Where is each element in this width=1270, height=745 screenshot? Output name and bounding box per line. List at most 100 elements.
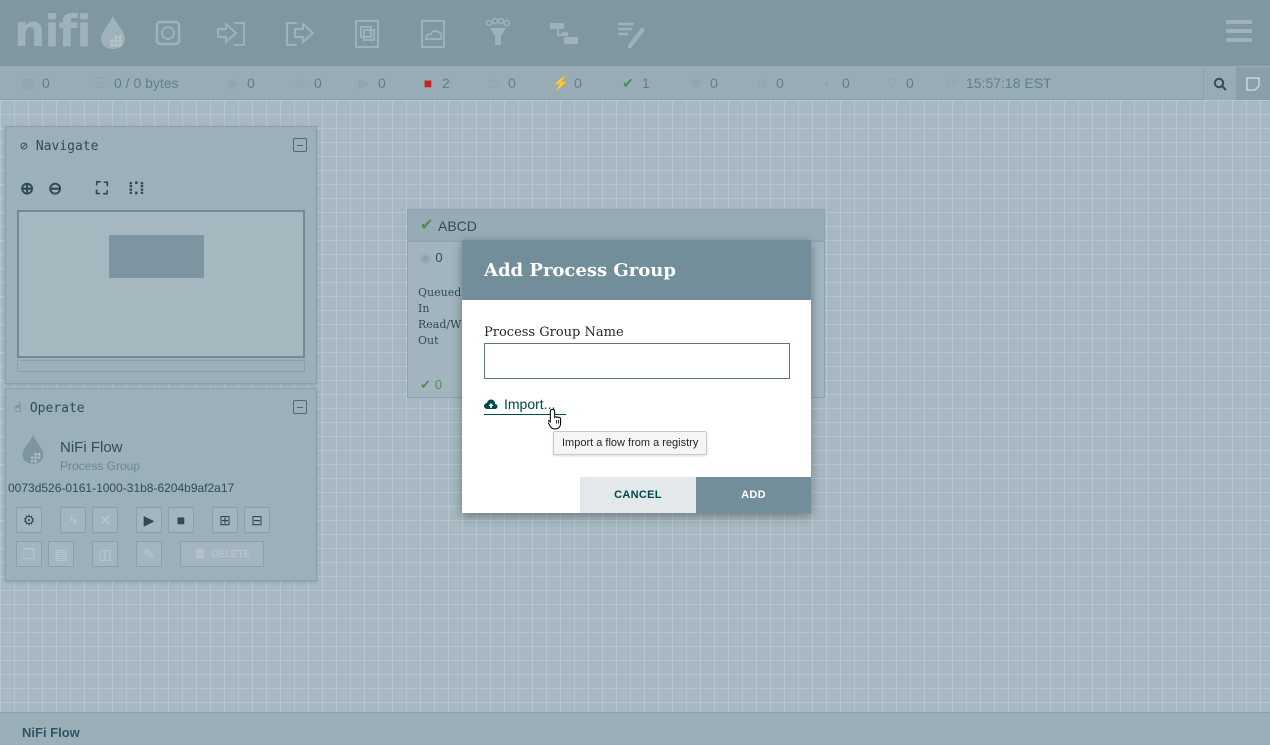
check-icon: ✔ — [420, 217, 434, 234]
copy-button[interactable]: ❐ — [16, 541, 42, 567]
asterisk-icon: ✱ — [690, 75, 702, 91]
group-icon: ◫ — [98, 545, 112, 562]
status-bar: ▦ 0 ☰ 0 / 0 bytes ◉ 0 ⊘ 0 ▶ 0 ■ 2 ⚠ 0 ⚡ 0 ✔ 1 ✱ 0 … — [0, 66, 1270, 100]
selected-component-id: 0073d526-0161-1000-31b8-6204b9af2a17 — [8, 481, 235, 495]
invalid-status: ⚠ 0 — [487, 75, 516, 91]
cancel-button[interactable]: CANCEL — [580, 477, 696, 513]
add-input-port-button[interactable] — [212, 17, 250, 51]
delete-button[interactable]: 🗑 DELETE — [180, 541, 264, 567]
add-template-button[interactable] — [544, 17, 582, 51]
pg-queued-label: Queued — [418, 286, 462, 299]
collapse-navigate-button[interactable] — [293, 138, 307, 152]
birdseye-view[interactable] — [17, 210, 305, 358]
hand-pointer-icon: ☝ — [14, 401, 22, 416]
sync-failure-status: ? 0 — [884, 75, 914, 91]
warning-icon: ⚠ — [487, 75, 501, 91]
add-remote-process-group-button[interactable] — [414, 17, 452, 51]
disabled-icon: ⚡ — [552, 75, 570, 91]
actual-size-icon: ⁞⁚⁞ — [128, 179, 145, 198]
zoom-out-button[interactable]: ⊖ — [48, 179, 62, 199]
paste-icon: ▤ — [54, 545, 68, 562]
process-group-name: ABCD — [438, 218, 477, 234]
nifi-logo: nifi — [14, 6, 92, 57]
fit-button[interactable]: ⛶ — [96, 179, 108, 199]
enable-button[interactable]: ϟ — [60, 507, 86, 533]
up-to-date-status: ✔ 1 — [620, 75, 650, 92]
search-icon — [1213, 77, 1227, 91]
add-process-group-button[interactable] — [348, 17, 386, 51]
add-button[interactable]: ADD — [696, 477, 811, 513]
add-processor-button[interactable] — [148, 17, 186, 51]
process-group-name-label: Process Group Name — [484, 325, 624, 340]
zoom-out-icon: ⊖ — [48, 179, 63, 198]
upload-template-button[interactable]: ⊟ — [244, 507, 270, 533]
transmitting-icon: ◉ — [420, 250, 432, 265]
gear-icon: ⚙ — [22, 511, 36, 528]
output-port-icon — [286, 21, 315, 46]
create-template-button[interactable]: ⊞ — [212, 507, 238, 533]
nifi-drop-icon — [101, 16, 125, 49]
group-button[interactable]: ◫ — [92, 541, 118, 567]
pg-readwrite-label: Read/W — [418, 318, 462, 331]
collapse-operate-button[interactable] — [293, 400, 307, 414]
running-status: ▶ 0 — [356, 75, 386, 92]
pg-out-label: Out — [418, 334, 439, 347]
list-icon: ☰ — [93, 75, 107, 91]
play-icon: ▶ — [358, 75, 370, 91]
not-transmitting-icon: ⊘ — [294, 75, 306, 91]
navigate-panel-title: ⊘ Navigate — [20, 139, 99, 154]
zoom-in-icon: ⊕ — [20, 179, 35, 198]
fit-icon: ⛶ — [96, 179, 108, 198]
transmitting-icon: ◉ — [226, 75, 240, 91]
check-icon: ✔ — [420, 377, 431, 392]
cloud-upload-icon — [484, 399, 498, 409]
color-button[interactable]: ✎ — [136, 541, 162, 567]
configure-button[interactable]: ⚙ — [16, 507, 42, 533]
queued-status: ☰ 0 / 0 bytes — [93, 75, 179, 91]
disable-button[interactable]: ✕ — [92, 507, 118, 533]
actual-size-button[interactable]: ⁞⁚⁞ — [128, 179, 145, 199]
template-icon — [550, 23, 578, 44]
disable-icon: ✕ — [99, 511, 111, 528]
play-icon: ▶ — [143, 511, 155, 528]
process-group-icon — [355, 20, 379, 48]
last-refresh[interactable]: ⟳ 15:57:18 EST — [944, 75, 1052, 92]
check-icon: ✔ — [622, 75, 634, 91]
process-group-up-to-date: ✔ 0 — [420, 377, 443, 392]
breadcrumb-nifi-flow[interactable]: NiFi Flow — [22, 725, 80, 740]
start-button[interactable]: ▶ — [136, 507, 162, 533]
global-menu-button[interactable] — [1226, 20, 1252, 44]
processor-icon — [155, 20, 181, 46]
zoom-in-button[interactable]: ⊕ — [20, 179, 34, 199]
refresh-icon: ⟳ — [946, 75, 958, 91]
add-label-button[interactable] — [612, 17, 650, 51]
not-transmitting-status: ⊘ 0 — [292, 75, 322, 92]
remote-process-group-icon — [421, 20, 445, 48]
paste-button[interactable]: ▤ — [48, 541, 74, 567]
birdseye-viewport[interactable] — [109, 235, 204, 278]
add-funnel-button[interactable] — [478, 17, 516, 51]
import-tooltip: Import a flow from a registry — [553, 431, 708, 455]
modified-stale-icon: ◐ — [823, 75, 833, 91]
selected-component-type: Process Group — [60, 459, 141, 473]
funnel-icon — [485, 17, 511, 45]
brush-icon: ✎ — [143, 545, 155, 562]
operate-panel-title: ☝ Operate — [14, 401, 85, 416]
label-icon — [618, 22, 645, 48]
process-group-name-input[interactable] — [484, 343, 790, 379]
stop-button[interactable]: ■ — [168, 507, 194, 533]
header-toolbar: nifi — [0, 0, 1270, 66]
search-button[interactable] — [1203, 67, 1235, 100]
stale-icon: ⊙ — [756, 75, 768, 91]
nifi-flow-icon — [22, 435, 44, 464]
bulletin-board-button[interactable] — [1236, 67, 1270, 100]
stale-status: ⊙ 0 — [754, 75, 784, 92]
upload-template-icon: ⊟ — [251, 511, 263, 528]
operate-panel: ☝ Operate NiFi Flow Process Group 0073d52… — [5, 388, 317, 581]
breadcrumb-bar: NiFi Flow — [0, 712, 1270, 745]
add-output-port-button[interactable] — [281, 17, 319, 51]
birdseye-scrollbar[interactable] — [17, 360, 305, 372]
transmitting-status: ◉ 0 — [226, 75, 255, 91]
stop-icon: ■ — [423, 75, 433, 91]
copy-icon: ❐ — [22, 545, 36, 562]
